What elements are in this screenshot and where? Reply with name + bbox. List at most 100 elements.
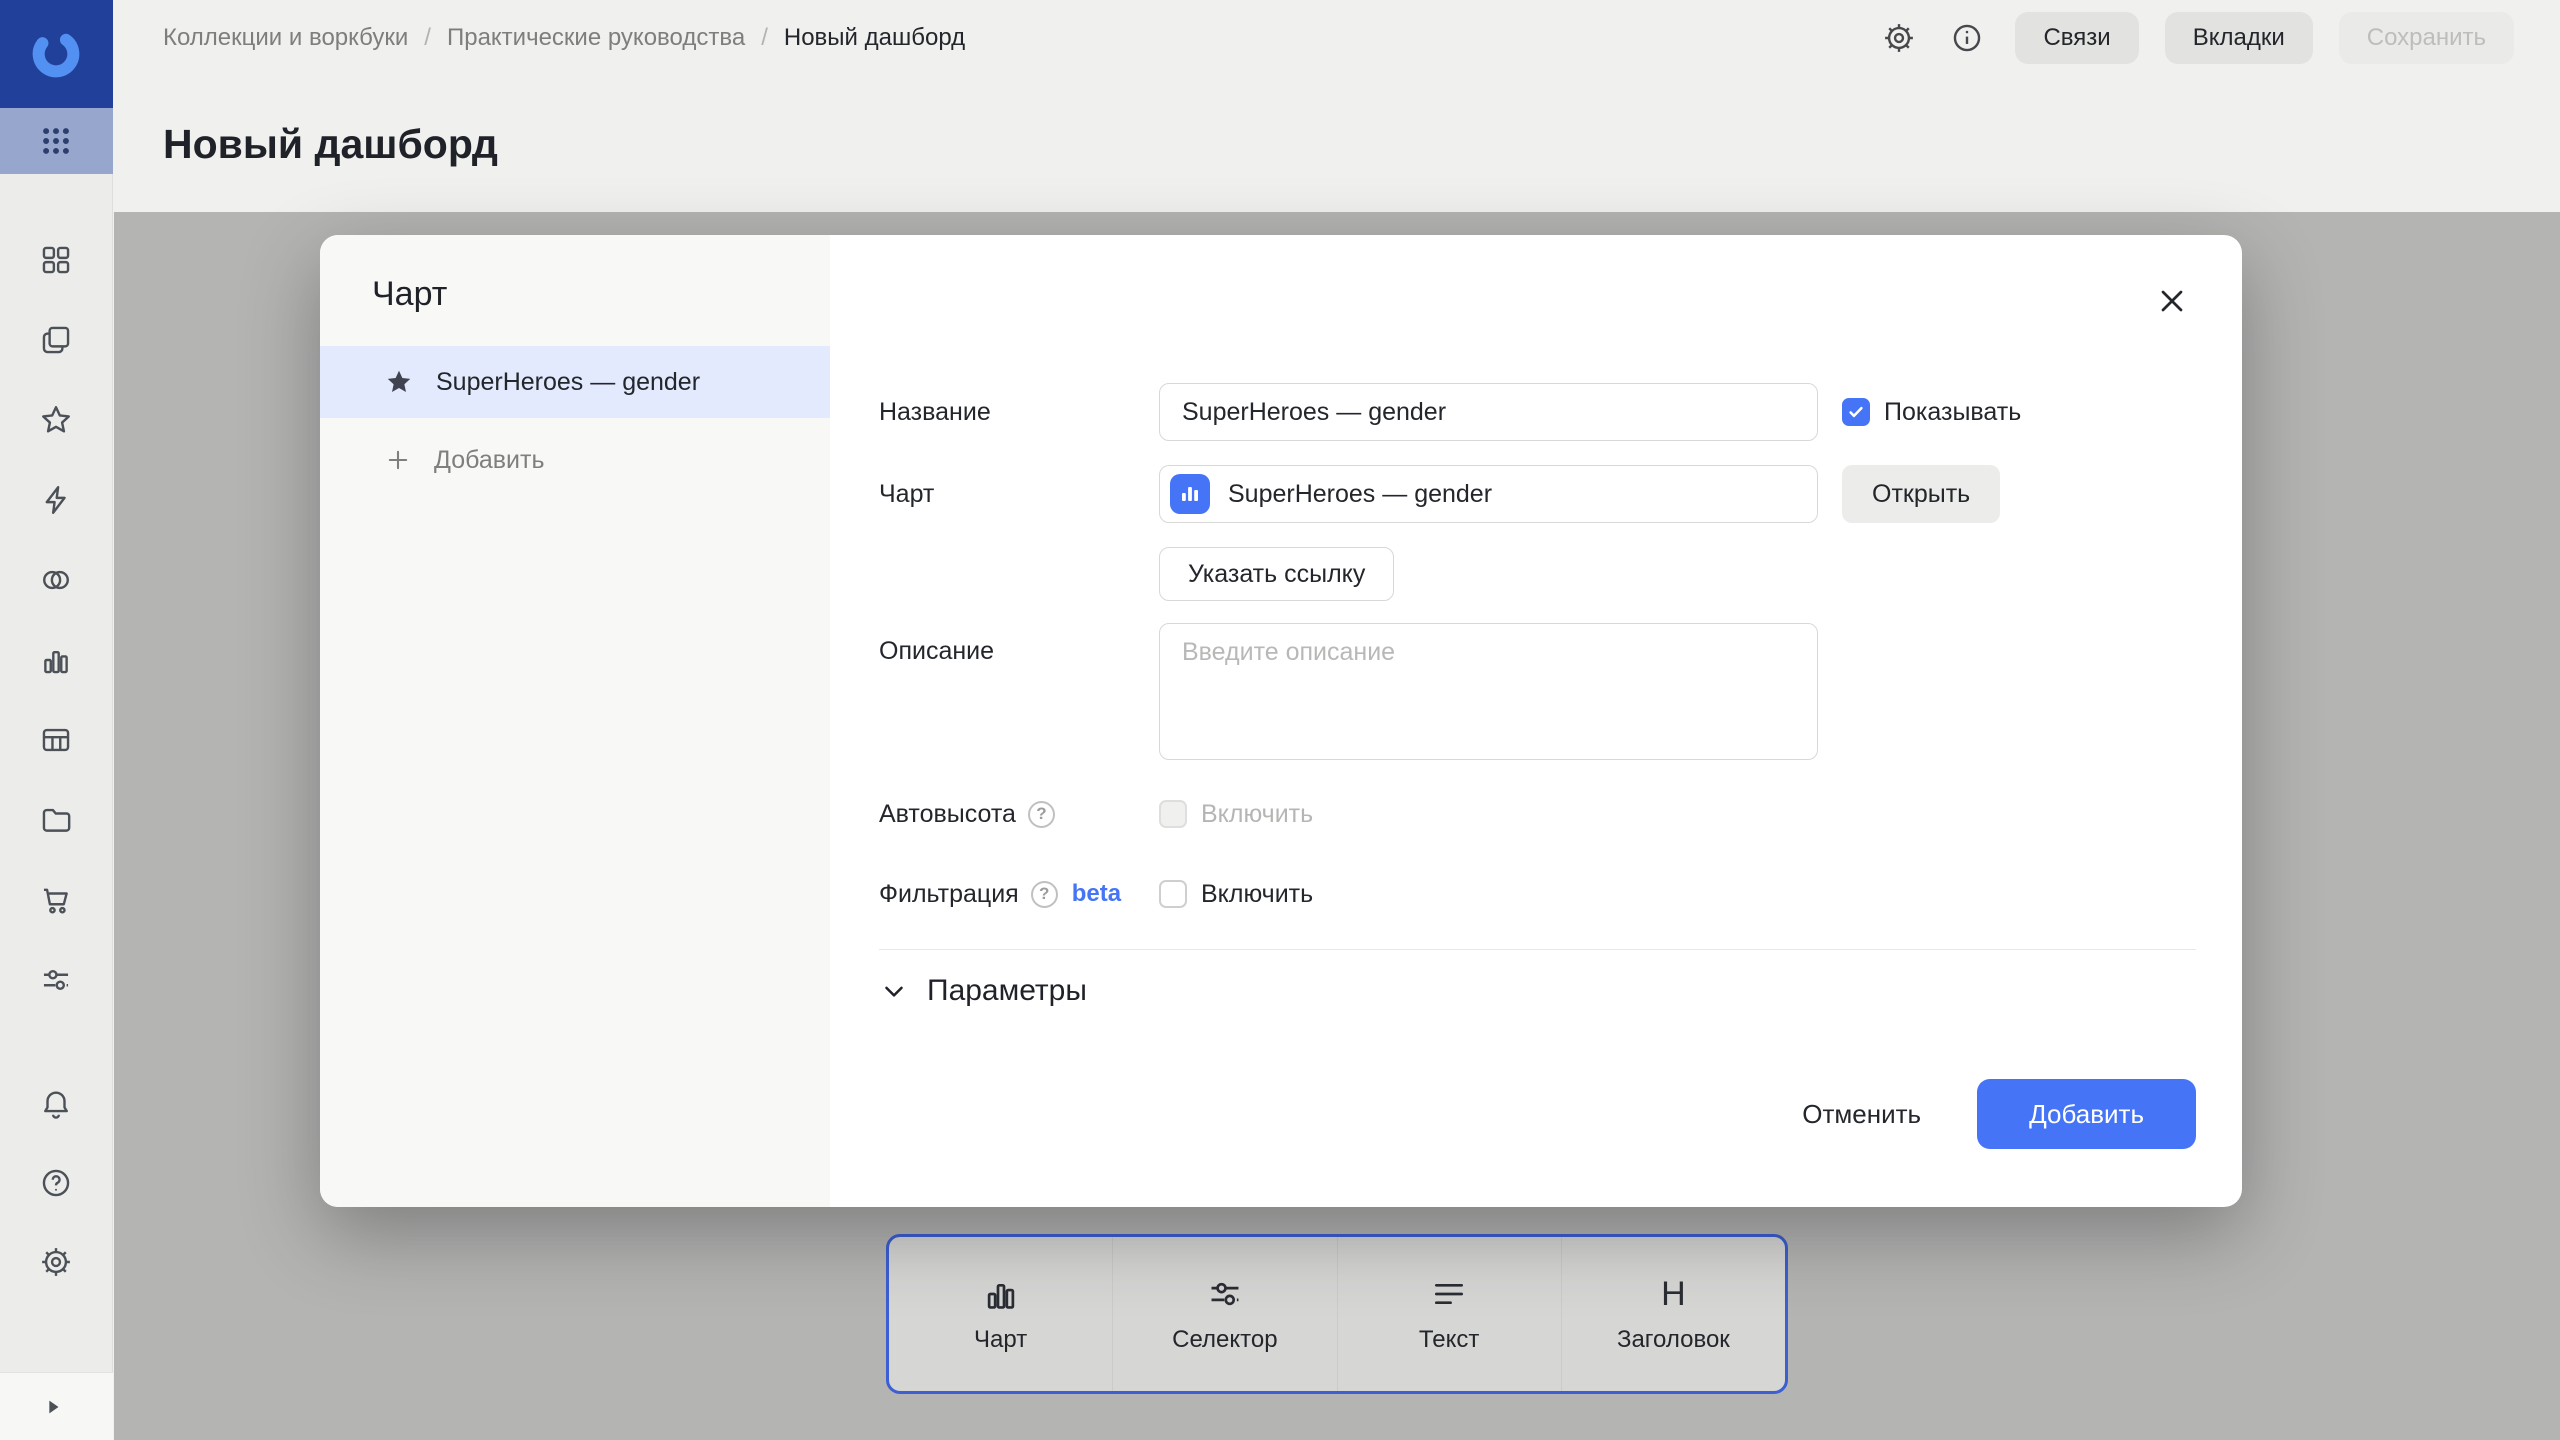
screen: Коллекции и воркбуки / Практические руко… [0, 0, 2560, 1440]
cancel-button[interactable]: Отменить [1802, 1099, 1921, 1130]
layers-icon [39, 323, 73, 357]
sidebar-item-storage[interactable] [34, 803, 78, 837]
topbar: Коллекции и воркбуки / Практические руко… [114, 0, 2560, 76]
question-icon[interactable]: ? [1031, 881, 1058, 908]
toolbar-text-label: Текст [1419, 1326, 1479, 1354]
sidebar-item-datasets[interactable] [34, 723, 78, 757]
sidebar-item-marketplace[interactable] [34, 883, 78, 917]
dialog-form: Название Показывать Чарт [830, 235, 2242, 1207]
name-input[interactable] [1159, 383, 1818, 441]
dialog-footer: Отменить Добавить [1802, 1079, 2196, 1149]
description-row: Описание [879, 623, 2196, 760]
description-textarea[interactable] [1159, 623, 1818, 760]
show-checkbox[interactable]: Показывать [1842, 398, 2021, 427]
plus-icon [384, 446, 412, 474]
toolbar-heading-button[interactable]: H Заголовок [1561, 1237, 1785, 1391]
dialog-sidebar: Чарт SuperHeroes — gender Добавить [320, 235, 830, 1207]
settings-button[interactable] [34, 1245, 78, 1279]
toolbar-selector-label: Селектор [1172, 1326, 1277, 1354]
circles-icon [39, 563, 73, 597]
close-icon [2154, 283, 2190, 319]
filtering-checkbox[interactable]: Включить [1159, 880, 1313, 909]
add-chart-tab-button[interactable]: Добавить [320, 436, 830, 484]
parameters-section-toggle[interactable]: Параметры [879, 949, 2196, 1008]
sidebar-item-dashboards[interactable] [34, 243, 78, 277]
star-icon [384, 367, 414, 397]
open-chart-button[interactable]: Открыть [1842, 465, 2000, 523]
widgets-toolbar: Чарт Селектор [886, 1234, 1788, 1394]
question-icon[interactable]: ? [1028, 801, 1055, 828]
checkbox-box [1842, 398, 1870, 426]
sidebar-expand-button[interactable] [0, 1372, 113, 1440]
bell-icon [39, 1087, 73, 1121]
toolbar-heading-label: Заголовок [1617, 1326, 1730, 1354]
apps-grid-button[interactable] [0, 108, 113, 174]
info-button[interactable] [1945, 16, 1989, 60]
add-widget-dialog: Чарт SuperHeroes — gender Добавить [320, 235, 2242, 1207]
specify-link-button[interactable]: Указать ссылку [1159, 547, 1394, 601]
check-icon [1846, 402, 1866, 422]
chevron-down-icon [879, 976, 909, 1006]
bar-chart-icon [39, 643, 73, 677]
gear-icon [1882, 21, 1916, 55]
sidebar-item-services[interactable] [34, 963, 78, 997]
text-icon [1430, 1274, 1468, 1314]
parameters-label: Параметры [927, 974, 1087, 1008]
folder-icon [39, 803, 73, 837]
page-head: Новый дашборд [114, 76, 2560, 212]
sidebar-item-charts[interactable] [34, 643, 78, 677]
sidebar-nav [34, 243, 78, 997]
checkbox-box [1159, 880, 1187, 908]
sidebar-item-editor[interactable] [34, 483, 78, 517]
lightning-icon [39, 483, 73, 517]
toolbar-chart-button[interactable]: Чарт [889, 1237, 1112, 1391]
filtering-row: Фильтрация ? beta Включить [879, 871, 2196, 917]
dialog-title: Чарт [320, 275, 830, 314]
name-row: Название Показывать [879, 383, 2196, 441]
chart-list-item-label: SuperHeroes — gender [436, 368, 700, 397]
topbar-actions: Связи Вкладки Сохранить [1853, 12, 2514, 64]
dashboard-settings-button[interactable] [1877, 16, 1921, 60]
grid-icon [39, 243, 73, 277]
breadcrumb-collections[interactable]: Коллекции и воркбуки [163, 24, 408, 52]
sidebar-item-workbooks[interactable] [34, 323, 78, 357]
chart-select-field[interactable]: SuperHeroes — gender [1159, 465, 1818, 523]
description-label: Описание [879, 623, 1159, 666]
toolbar-chart-label: Чарт [974, 1326, 1027, 1354]
chart-list-item[interactable]: SuperHeroes — gender [320, 346, 830, 418]
tabs-button[interactable]: Вкладки [2165, 12, 2313, 64]
toolbar-text-button[interactable]: Текст [1337, 1237, 1561, 1391]
links-button[interactable]: Связи [2015, 12, 2138, 64]
beta-badge: beta [1072, 880, 1121, 908]
sidebar-item-favorites[interactable] [34, 403, 78, 437]
chart-select-value: SuperHeroes — gender [1228, 480, 1492, 509]
cart-icon [39, 883, 73, 917]
toolbar-selector-button[interactable]: Селектор [1112, 1237, 1336, 1391]
notifications-button[interactable] [34, 1087, 78, 1121]
chart-badge-icon [1170, 474, 1210, 514]
datalens-logo[interactable] [0, 0, 113, 108]
add-button[interactable]: Добавить [1977, 1079, 2196, 1149]
chart-label: Чарт [879, 480, 1159, 509]
breadcrumb-workbook[interactable]: Практические руководства [447, 24, 745, 52]
filtering-checkbox-label: Включить [1201, 880, 1313, 909]
breadcrumb-separator: / [761, 24, 768, 52]
link-row: Указать ссылку [1159, 547, 2196, 601]
chart-icon [982, 1274, 1020, 1314]
logo-icon [24, 22, 88, 86]
info-icon [1950, 21, 1984, 55]
sliders-icon [39, 963, 73, 997]
autoheight-checkbox[interactable]: Включить [1159, 800, 1313, 829]
autoheight-checkbox-label: Включить [1201, 800, 1313, 829]
star-icon [39, 403, 73, 437]
sidebar-item-connections[interactable] [34, 563, 78, 597]
chart-row: Чарт SuperHeroes — gender Открыть [879, 465, 2196, 523]
save-button[interactable]: Сохранить [2339, 12, 2514, 64]
add-chart-tab-label: Добавить [434, 446, 545, 475]
help-button[interactable] [34, 1166, 78, 1200]
close-dialog-button[interactable] [2150, 279, 2194, 323]
checkbox-box [1159, 800, 1187, 828]
sidebar [0, 0, 113, 1440]
autoheight-label: Автовысота [879, 800, 1016, 829]
table-icon [39, 723, 73, 757]
